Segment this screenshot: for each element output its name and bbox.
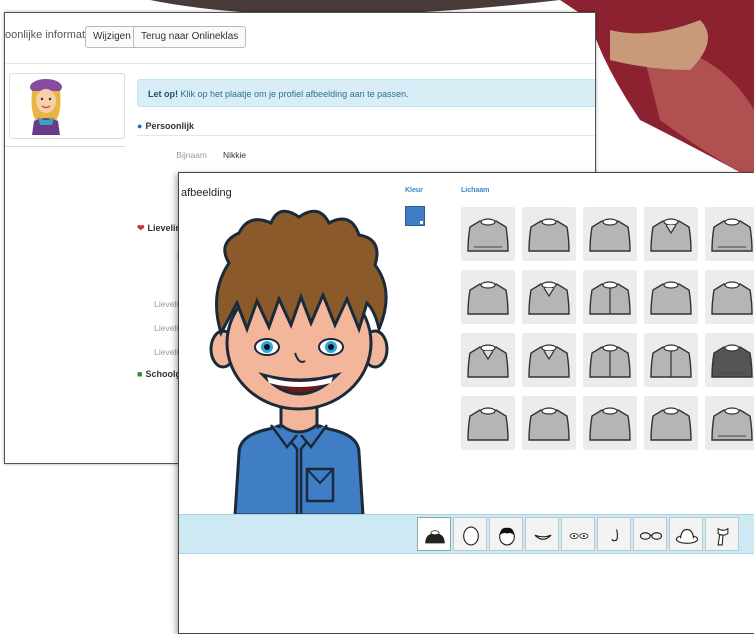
back-to-class-button[interactable]: Terug naar Onlineklas — [133, 26, 247, 48]
profile-topbar: oonlijke informatie Wijzigen Terug naar … — [5, 13, 595, 64]
color-label: Kleur — [405, 187, 423, 194]
shirt-icon — [528, 407, 570, 441]
shirt-icon — [589, 407, 631, 441]
category-tab-nose[interactable] — [597, 517, 631, 551]
clothing-option-plaid-shirt[interactable] — [461, 333, 515, 387]
category-tab-eyes[interactable] — [561, 517, 595, 551]
school-heading: ■ Schoolg — [137, 369, 181, 379]
clothing-option-puff-sleeve-top[interactable] — [583, 396, 637, 450]
nickname-label: Bijnaam — [176, 150, 207, 160]
shirt-icon — [467, 407, 509, 441]
edit-button[interactable]: Wijzigen — [85, 26, 139, 48]
clothing-option-floral-shirt[interactable] — [644, 270, 698, 324]
shirt-icon — [650, 407, 692, 441]
clothing-option-pattern-sweater[interactable] — [705, 207, 754, 261]
clothing-option-collar-shirt[interactable] — [644, 207, 698, 261]
clothing-option-button-top[interactable] — [644, 396, 698, 450]
alert-text: Klik op het plaatje om je profiel afbeel… — [178, 89, 409, 99]
shirt-icon — [711, 407, 753, 441]
nose-icon — [611, 529, 619, 542]
category-tab-mouth[interactable] — [525, 517, 559, 551]
clothing-option-pocket-shirt[interactable] — [522, 333, 576, 387]
category-tab-glasses[interactable] — [633, 517, 667, 551]
mouth-icon — [534, 534, 552, 540]
color-swatch[interactable] — [405, 206, 425, 226]
profile-title: oonlijke informatie — [5, 29, 94, 41]
shirt-icon — [528, 218, 570, 252]
clothing-option-v-neck-shirt[interactable] — [522, 207, 576, 261]
clothing-option-laced-shirt[interactable] — [461, 270, 515, 324]
clothing-option-print-shirt[interactable] — [705, 270, 754, 324]
category-tab-hat[interactable] — [669, 517, 703, 551]
personal-heading: ● Persoonlijk — [137, 121, 194, 131]
clothing-option-wrap-cardigan[interactable] — [583, 333, 637, 387]
hair-icon — [499, 527, 515, 546]
category-tabs — [417, 517, 754, 551]
personal-heading-label: Persoonlijk — [145, 121, 194, 131]
eyes-icon — [569, 533, 589, 539]
shirt-icon — [589, 344, 631, 378]
category-tab-scarf[interactable] — [705, 517, 739, 551]
face-shape-icon — [463, 526, 479, 546]
clothing-option-suit-jacket[interactable] — [583, 270, 637, 324]
scarf-icon — [717, 527, 729, 546]
favorites-heading: ❤ Lievelin — [137, 223, 181, 234]
divider — [137, 135, 595, 136]
profile-avatar[interactable] — [9, 73, 125, 139]
shirt-icon — [711, 281, 753, 315]
category-tab-hair[interactable] — [489, 517, 523, 551]
glasses-icon — [639, 532, 663, 540]
boy-avatar-preview — [209, 209, 389, 515]
category-tab-body[interactable] — [417, 517, 451, 551]
avatar-editor-window: afbeelding Kleur Lichaam — [178, 172, 754, 634]
body-label: Lichaam — [461, 187, 490, 194]
hat-icon — [675, 528, 699, 544]
category-tab-face-shape[interactable] — [453, 517, 487, 551]
shirt-icon — [589, 281, 631, 315]
clothing-option-round-neck-sweater[interactable] — [705, 396, 754, 450]
school-heading-label: Schoolg — [145, 369, 181, 379]
shirt-icon — [528, 344, 570, 378]
clothing-option-dotted-sweater[interactable] — [705, 333, 754, 387]
heart-icon: ❤ — [137, 223, 145, 233]
favorites-heading-label: Lievelin — [147, 223, 182, 233]
shirt-icon — [467, 344, 509, 378]
clothing-option-striped-sweater[interactable] — [461, 207, 515, 261]
shirt-icon — [589, 218, 631, 252]
body-icon — [425, 530, 445, 544]
shirt-icon — [650, 218, 692, 252]
editor-title: afbeelding — [181, 187, 232, 199]
shirt-icon — [528, 281, 570, 315]
divider — [5, 146, 125, 147]
clothing-option-open-cardigan[interactable] — [644, 333, 698, 387]
clothing-option-ruffle-blouse[interactable] — [522, 396, 576, 450]
lock-icon: ■ — [137, 369, 143, 379]
shirt-icon — [711, 218, 753, 252]
alert-strong: Let op! — [148, 89, 178, 99]
girl-avatar-icon — [30, 79, 62, 135]
shirt-icon — [711, 344, 753, 378]
user-icon: ● — [137, 121, 143, 131]
shirt-icon — [467, 218, 509, 252]
clothing-option-crew-neck-shirt[interactable] — [583, 207, 637, 261]
shirt-icon — [467, 281, 509, 315]
profile-alert: Let op! Klik op het plaatje om je profie… — [137, 79, 595, 107]
shirt-icon — [650, 344, 692, 378]
shirt-icon — [650, 281, 692, 315]
clothing-option-turtleneck[interactable] — [461, 396, 515, 450]
nickname-value: Nikkie — [223, 150, 247, 160]
clothing-option-polo-shirt[interactable] — [522, 270, 576, 324]
